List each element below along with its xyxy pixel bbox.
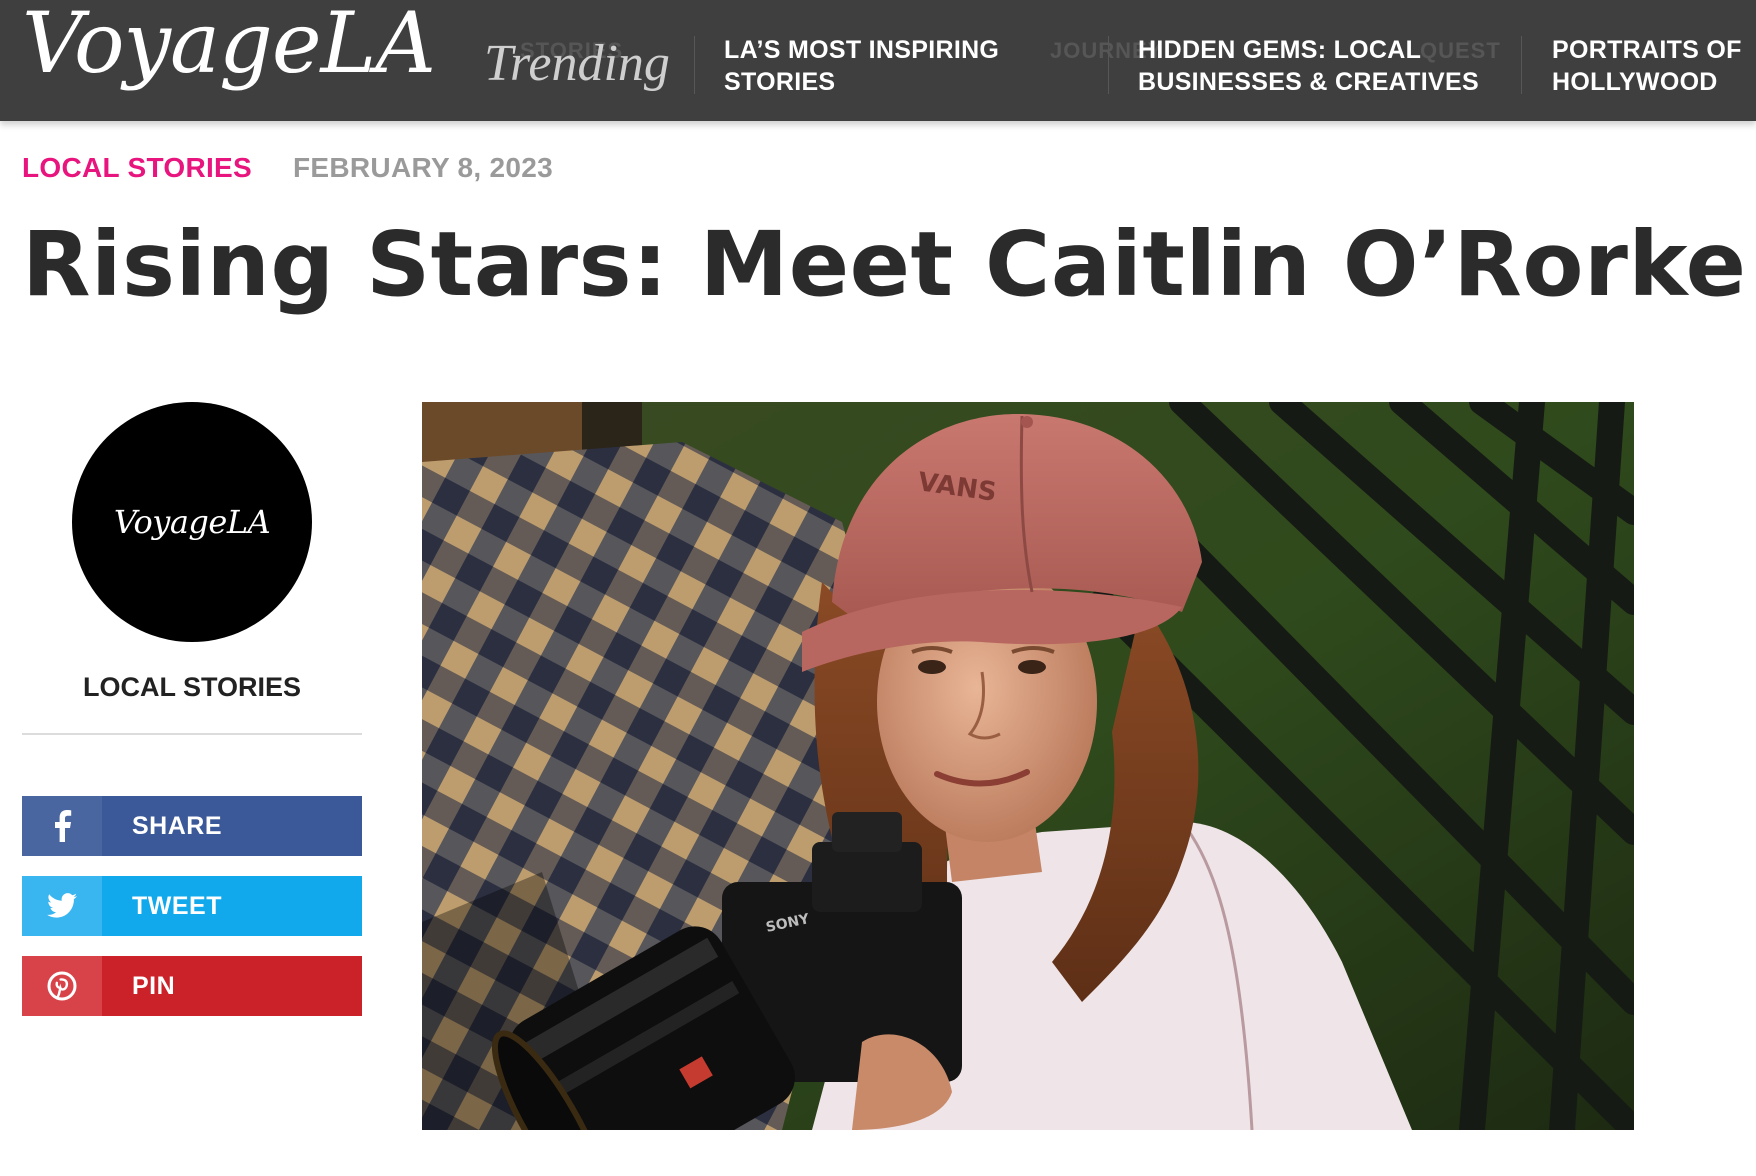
trending-link-portraits-hollywood[interactable]: PORTRAITS OF HOLLYWOOD	[1552, 34, 1752, 98]
nav-divider	[694, 36, 695, 94]
article-category-link[interactable]: LOCAL STORIES	[22, 152, 252, 184]
author-name-link[interactable]: LOCAL STORIES	[22, 672, 362, 703]
top-navigation-bar: STORIES JOURNEY QUEST VoyageLA Trending …	[0, 0, 1756, 121]
facebook-icon	[22, 796, 102, 856]
facebook-share-button[interactable]: SHARE	[22, 796, 362, 856]
sidebar-divider	[22, 733, 362, 735]
nav-divider	[1521, 36, 1522, 94]
twitter-tweet-button[interactable]: TWEET	[22, 876, 362, 936]
article-date: FEBRUARY 8, 2023	[293, 152, 554, 183]
site-logo[interactable]: VoyageLA	[22, 0, 436, 92]
author-avatar[interactable]: VoyageLA	[72, 402, 312, 642]
trending-link-inspiring-stories[interactable]: LA’S MOST INSPIRING STORIES	[724, 34, 1054, 98]
share-button-label: SHARE	[102, 796, 362, 856]
pinterest-pin-button[interactable]: PIN	[22, 956, 362, 1016]
author-avatar-logo-text: VoyageLA	[113, 503, 271, 541]
pinterest-icon	[22, 956, 102, 1016]
twitter-icon	[22, 876, 102, 936]
article-hero-photo: VANS SONY	[422, 402, 1634, 1130]
trending-label: Trending	[484, 35, 670, 92]
trending-link-hidden-gems[interactable]: HIDDEN GEMS: LOCAL BUSINESSES & CREATIVE…	[1138, 34, 1488, 98]
nav-divider	[1108, 36, 1109, 94]
tweet-button-label: TWEET	[102, 876, 362, 936]
article-title: Rising Stars: Meet Caitlin O’Rorke	[22, 212, 1747, 316]
pin-button-label: PIN	[102, 956, 362, 1016]
